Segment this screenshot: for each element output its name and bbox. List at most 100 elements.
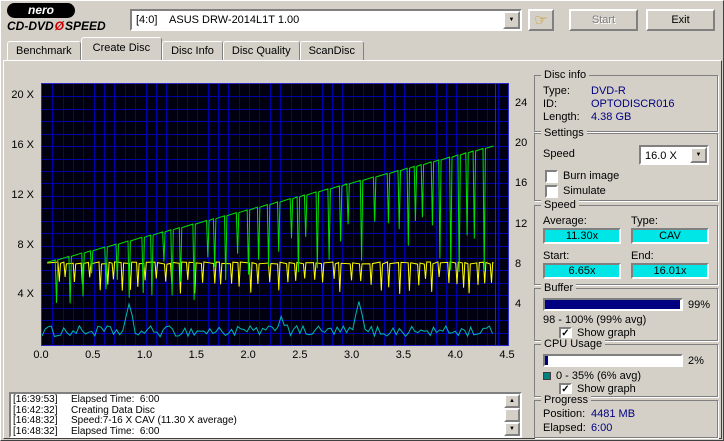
chevron-down-icon: ▼ <box>509 17 515 23</box>
disc-info-group: Disc info Type:DVD-R ID:OPTODISCR016 Len… <box>534 75 718 132</box>
disc-type-row: Type:DVD-R <box>543 85 711 98</box>
axis-tick: 12 <box>515 218 527 230</box>
log-entry: [16:39:53]Elapsed Time: 6:00 <box>13 395 502 406</box>
scrollbar-thumb[interactable] <box>504 408 520 422</box>
axis-tick: 8 X <box>17 239 34 251</box>
scroll-down-button[interactable]: ▼ <box>504 422 520 436</box>
cpu-graph-color-swatch <box>543 372 551 380</box>
tab-create-disc[interactable]: Create Disc <box>81 37 162 60</box>
group-title-disc-info: Disc info <box>541 69 589 81</box>
log-scrollbar[interactable]: ▲ ▼ <box>504 394 520 436</box>
disc-length-value: 4.38 GB <box>591 111 631 123</box>
log-message: Elapsed Time: 6:00 <box>71 395 159 406</box>
start-speed-value: 6.65x <box>543 263 621 279</box>
buffer-percent: 99% <box>688 299 710 311</box>
tab-bar: Benchmark Create Disc Disc Info Disc Qua… <box>7 37 364 60</box>
log-entry: [16:48:32]Elapsed Time: 6:00 <box>13 427 502 438</box>
axis-tick: 4.0 <box>443 349 467 361</box>
nero-logo: nero CD-DVDØSPEED <box>7 3 127 34</box>
axis-tick: 20 X <box>11 89 34 101</box>
end-speed-label: End: <box>631 250 654 262</box>
speed-select[interactable]: 16.0 X ▼ <box>639 145 709 165</box>
log-box: [16:39:53]Elapsed Time: 6:00 [16:42:32]C… <box>9 392 522 438</box>
right-axis: 2420161284 <box>512 83 532 346</box>
average-speed-label: Average: <box>543 215 587 227</box>
group-title-settings: Settings <box>541 127 587 139</box>
axis-tick: 20 <box>515 137 527 149</box>
axis-tick: 16 X <box>11 139 34 151</box>
axis-tick: 2.5 <box>288 349 312 361</box>
tool-button[interactable]: ☞ <box>528 9 554 31</box>
speed-select-label: Speed <box>543 148 575 160</box>
tab-scandisc[interactable]: ScanDisc <box>300 41 364 60</box>
speed-select-dropdown-button[interactable]: ▼ <box>690 147 707 163</box>
log-entry: [16:48:32]Speed:7-16 X CAV (11.30 X aver… <box>13 416 502 427</box>
axis-tick: 3.0 <box>340 349 364 361</box>
cpu-percent: 2% <box>688 355 704 367</box>
hand-icon: ☞ <box>534 13 547 28</box>
buffer-progress-fill <box>545 300 680 309</box>
cd-dvd-speed-logo: CD-DVDØSPEED <box>7 19 127 33</box>
exit-button[interactable]: Exit <box>646 9 715 31</box>
buffer-range-text: 98 - 100% (99% avg) <box>543 314 646 326</box>
chevron-down-icon: ▼ <box>696 152 702 158</box>
axis-tick: 24 <box>515 97 527 109</box>
disc-id-value: OPTODISCR016 <box>591 98 675 110</box>
cpu-range-text: 0 - 35% (6% avg) <box>556 370 641 382</box>
axis-tick: 0.5 <box>81 349 105 361</box>
disc-id-row: ID:OPTODISCR016 <box>543 98 711 111</box>
position-value: 4481 MB <box>591 408 635 420</box>
group-title-buffer: Buffer <box>541 282 576 294</box>
group-title-progress: Progress <box>541 394 591 406</box>
axis-tick: 3.5 <box>391 349 415 361</box>
log-lines: [16:39:53]Elapsed Time: 6:00 [16:42:32]C… <box>13 395 502 435</box>
log-timestamp: [16:39:53] <box>13 395 71 406</box>
log-message: Speed:7-16 X CAV (11.30 X average) <box>71 416 237 427</box>
cpu-progress-bar <box>543 354 683 367</box>
axis-tick: 16 <box>515 177 527 189</box>
end-speed-value: 16.01x <box>631 263 709 279</box>
scroll-down-icon: ▼ <box>509 426 515 432</box>
speed-type-value: CAV <box>631 228 709 244</box>
burn-image-option[interactable]: Burn image <box>545 170 619 183</box>
simulate-label: Simulate <box>563 185 606 198</box>
group-title-cpu-usage: CPU Usage <box>541 338 605 350</box>
nero-cd-dvd-speed-window: nero CD-DVDØSPEED [4:0] ASUS DRW-2014L1T… <box>0 0 724 441</box>
scroll-up-button[interactable]: ▲ <box>504 394 520 408</box>
disc-id-label: ID: <box>543 98 591 111</box>
disc-length-label: Length: <box>543 111 591 124</box>
speed-chart <box>42 84 508 345</box>
position-label: Position: <box>543 408 591 421</box>
drive-selector-value: [4:0] ASUS DRW-2014L1T 1.00 <box>136 13 299 27</box>
log-timestamp: [16:48:32] <box>13 416 71 427</box>
elapsed-label: Elapsed: <box>543 422 591 435</box>
axis-tick: 12 X <box>11 189 34 201</box>
progress-group: Progress Position:4481 MB Elapsed:6:00 <box>534 400 718 438</box>
simulate-checkbox[interactable] <box>545 185 558 198</box>
axis-tick: 8 <box>515 258 521 270</box>
cpu-progress-fill <box>545 356 548 365</box>
position-row: Position:4481 MB <box>543 408 711 421</box>
scroll-up-icon: ▲ <box>509 398 515 404</box>
elapsed-value: 6:00 <box>591 422 612 434</box>
speed-group: Speed Average: Type: 11.30x CAV Start: E… <box>534 205 718 285</box>
speed-type-label: Type: <box>631 215 658 227</box>
buffer-progress-bar <box>543 298 683 311</box>
speed-select-value: 16.0 X <box>645 149 677 163</box>
axis-tick: 0.0 <box>29 349 53 361</box>
start-button[interactable]: Start <box>569 9 638 31</box>
drive-selector-dropdown-button[interactable]: ▼ <box>503 11 520 29</box>
tab-disc-quality[interactable]: Disc Quality <box>223 41 300 60</box>
left-axis: 20 X16 X12 X8 X4 X <box>5 83 37 346</box>
simulate-option[interactable]: Simulate <box>545 185 606 198</box>
tab-benchmark[interactable]: Benchmark <box>7 41 81 60</box>
disc-length-row: Length:4.38 GB <box>543 111 711 124</box>
drive-selector[interactable]: [4:0] ASUS DRW-2014L1T 1.00 ▼ <box>130 9 522 31</box>
nero-logo-text: nero <box>7 3 75 18</box>
log-message: Elapsed Time: 6:00 <box>71 427 159 438</box>
tab-disc-info[interactable]: Disc Info <box>162 41 223 60</box>
logo-speed-text: SPEED <box>65 19 106 33</box>
group-title-speed: Speed <box>541 199 579 211</box>
logo-cd-dvd-text: CD-DVD <box>7 19 54 33</box>
burn-image-checkbox[interactable] <box>545 170 558 183</box>
